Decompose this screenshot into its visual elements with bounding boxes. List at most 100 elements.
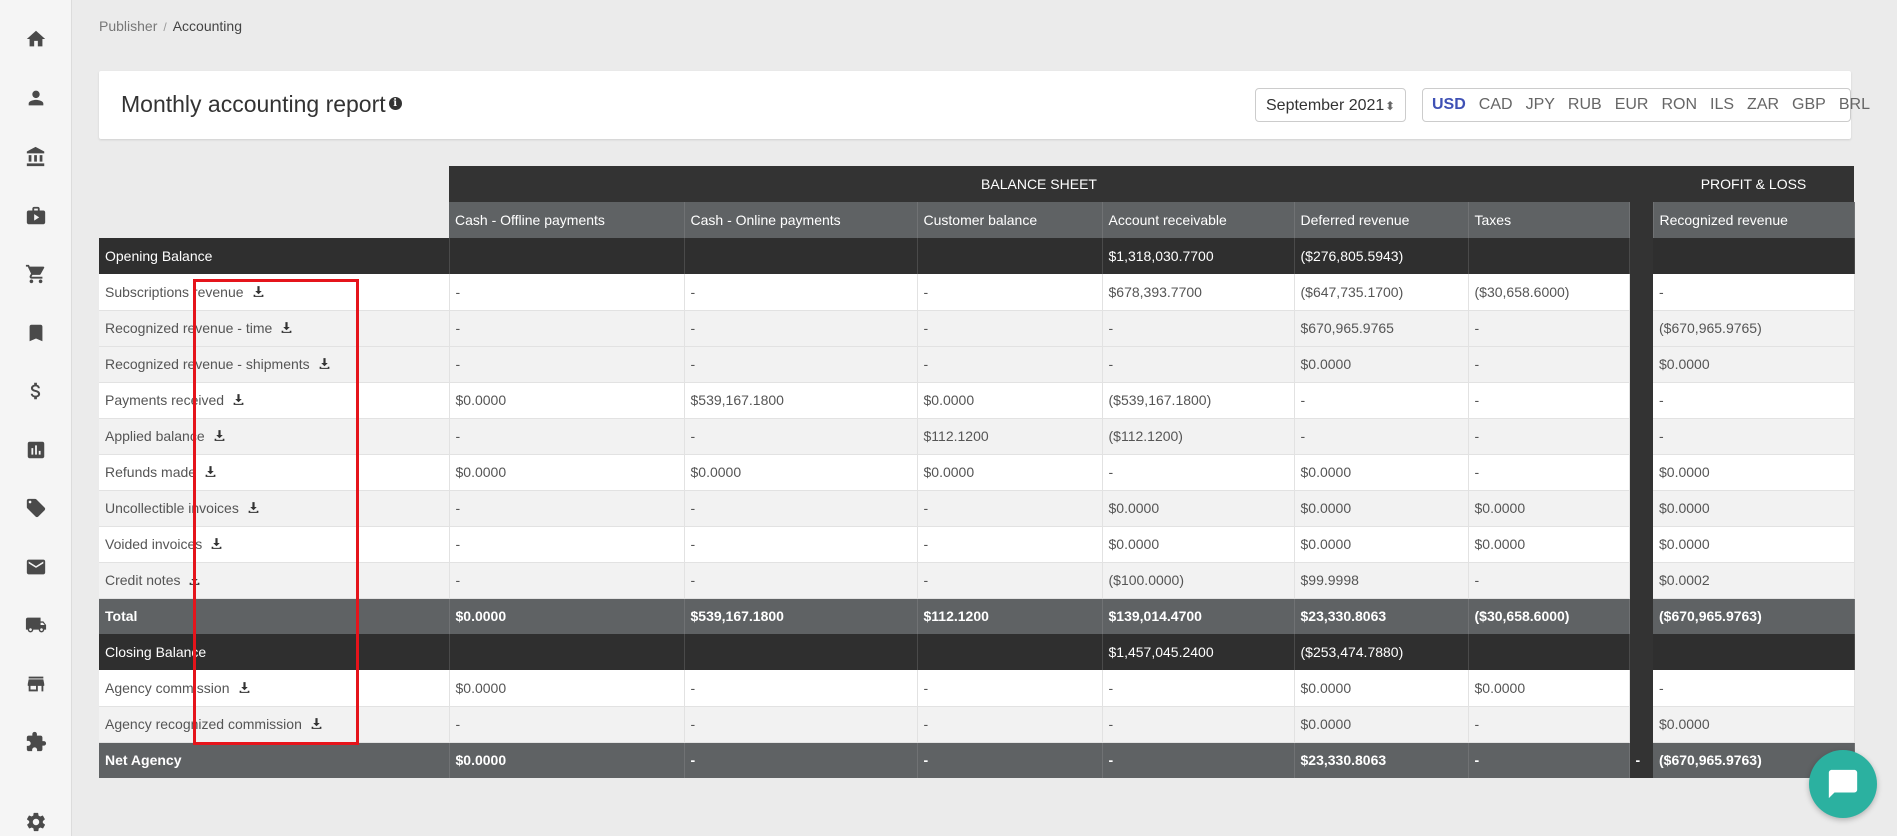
row-label-text: Opening Balance xyxy=(105,248,213,264)
table-cell: - xyxy=(917,562,1103,599)
download-icon[interactable] xyxy=(238,681,251,694)
table-cell: $0.0000 xyxy=(449,382,685,419)
currency-ils[interactable]: ILS xyxy=(1710,96,1734,114)
column-header: Cash - Offline payments xyxy=(449,202,685,238)
table-cell: - xyxy=(1102,310,1295,347)
dollar-icon[interactable] xyxy=(23,378,49,404)
table-cell: - xyxy=(1653,670,1855,707)
column-gap xyxy=(1629,346,1653,382)
download-icon[interactable] xyxy=(188,573,201,586)
briefcase-icon[interactable] xyxy=(23,203,49,229)
table-cell: $23,330.8063 xyxy=(1294,742,1469,778)
table-cell: - xyxy=(1468,346,1630,383)
table-cell xyxy=(684,238,918,274)
table-cell: $0.0000 xyxy=(1653,526,1855,563)
table-cell: $0.0000 xyxy=(1102,490,1295,527)
table-cell: $0.0000 xyxy=(917,454,1103,491)
cart-icon[interactable] xyxy=(23,261,49,287)
table-row: Uncollectible invoices - - - $0.0000 $0.0000 $… xyxy=(99,490,1855,527)
table-cell xyxy=(449,238,685,274)
download-icon[interactable] xyxy=(252,285,265,298)
column-gap xyxy=(1629,526,1653,562)
table-cell: - xyxy=(917,670,1103,707)
gear-icon[interactable] xyxy=(23,809,49,835)
table-cell: - xyxy=(917,706,1103,743)
table-cell: - xyxy=(449,346,685,383)
currency-usd[interactable]: USD xyxy=(1432,96,1466,114)
currency-eur[interactable]: EUR xyxy=(1615,96,1649,114)
chart-icon[interactable] xyxy=(23,437,49,463)
table-cell: - xyxy=(1653,382,1855,419)
row-label: Applied balance xyxy=(99,418,450,455)
column-gap xyxy=(1629,454,1653,490)
row-label: Refunds made xyxy=(99,454,450,491)
row-label-text: Agency recognized commission xyxy=(105,716,302,732)
table-row: Recognized revenue - shipments - - - - $0.000… xyxy=(99,346,1855,383)
row-label-text: Net Agency xyxy=(105,752,182,769)
breadcrumb-publisher[interactable]: Publisher xyxy=(99,18,157,34)
table-cell: $0.0000 xyxy=(1294,526,1469,563)
breadcrumb-accounting: Accounting xyxy=(172,18,242,34)
mail-icon[interactable] xyxy=(23,554,49,580)
bookmark-icon[interactable] xyxy=(23,320,49,346)
month-select-value: September 2021 xyxy=(1266,97,1385,114)
currency-zar[interactable]: ZAR xyxy=(1747,96,1779,114)
table-row: Agency recognized commission - - - - $0.0000-… xyxy=(99,706,1855,743)
table-cell: $0.0000 xyxy=(1294,670,1469,707)
table-cell: $0.0000 xyxy=(1653,454,1855,491)
user-icon[interactable] xyxy=(23,85,49,111)
download-icon[interactable] xyxy=(204,465,217,478)
table-cell: ($100.0000) xyxy=(1102,562,1295,599)
sidebar xyxy=(0,0,72,836)
table-cell: - xyxy=(1102,454,1295,491)
info-icon[interactable]: i xyxy=(388,97,402,111)
row-label: Total xyxy=(99,598,450,634)
download-icon[interactable] xyxy=(247,501,260,514)
currency-rub[interactable]: RUB xyxy=(1568,96,1602,114)
month-select[interactable]: September 2021 ⬍ xyxy=(1255,88,1406,122)
table-cell: $0.0000 xyxy=(1468,670,1630,707)
table-cell: - xyxy=(1468,310,1630,347)
truck-icon[interactable] xyxy=(23,612,49,638)
column-gap xyxy=(1629,670,1653,706)
table-cell: $0.0000 xyxy=(1468,526,1630,563)
table-cell: - xyxy=(449,526,685,563)
balance-sheet-header: BALANCE SHEET xyxy=(449,166,1629,202)
currency-jpy[interactable]: JPY xyxy=(1526,96,1555,114)
home-icon[interactable] xyxy=(23,26,49,52)
download-icon[interactable] xyxy=(280,321,293,334)
currency-ron[interactable]: RON xyxy=(1661,96,1697,114)
row-label: Closing Balance xyxy=(99,634,450,670)
chevron-up-down-icon: ⬍ xyxy=(1384,99,1395,113)
currency-cad[interactable]: CAD xyxy=(1479,96,1513,114)
column-gap: - xyxy=(1629,742,1653,778)
puzzle-icon[interactable] xyxy=(23,729,49,755)
table-cell xyxy=(1653,634,1855,670)
ticket-icon[interactable] xyxy=(23,495,49,521)
table-cell: $670,965.9765 xyxy=(1294,310,1469,347)
table-cell: ($253,474.7880) xyxy=(1294,634,1469,670)
table-cell: - xyxy=(917,490,1103,527)
download-icon[interactable] xyxy=(310,717,323,730)
download-icon[interactable] xyxy=(318,357,331,370)
table-cell: $0.0000 xyxy=(1468,490,1630,527)
row-label: Agency commission xyxy=(99,670,450,707)
store-icon[interactable] xyxy=(23,671,49,697)
chat-launcher[interactable] xyxy=(1809,750,1877,818)
table-cell: - xyxy=(1468,454,1630,491)
table-cell: $99.9998 xyxy=(1294,562,1469,599)
bank-icon[interactable] xyxy=(23,144,49,170)
download-icon[interactable] xyxy=(210,537,223,550)
currency-gbp[interactable]: GBP xyxy=(1792,96,1826,114)
download-icon[interactable] xyxy=(232,393,245,406)
column-gap xyxy=(1629,562,1653,598)
table-cell: $23,330.8063 xyxy=(1294,598,1469,634)
table-cell: $0.0000 xyxy=(449,598,685,634)
row-label: Subscriptions revenue xyxy=(99,274,450,311)
download-icon[interactable] xyxy=(213,429,226,442)
breadcrumb-separator: / xyxy=(163,20,167,34)
table-cell: $1,457,045.2400 xyxy=(1102,634,1295,670)
currency-brl[interactable]: BRL xyxy=(1839,96,1870,114)
table-row: Agency commission $0.0000- - - $0.0000 $0.000… xyxy=(99,670,1855,707)
row-label-text: Subscriptions revenue xyxy=(105,283,244,300)
